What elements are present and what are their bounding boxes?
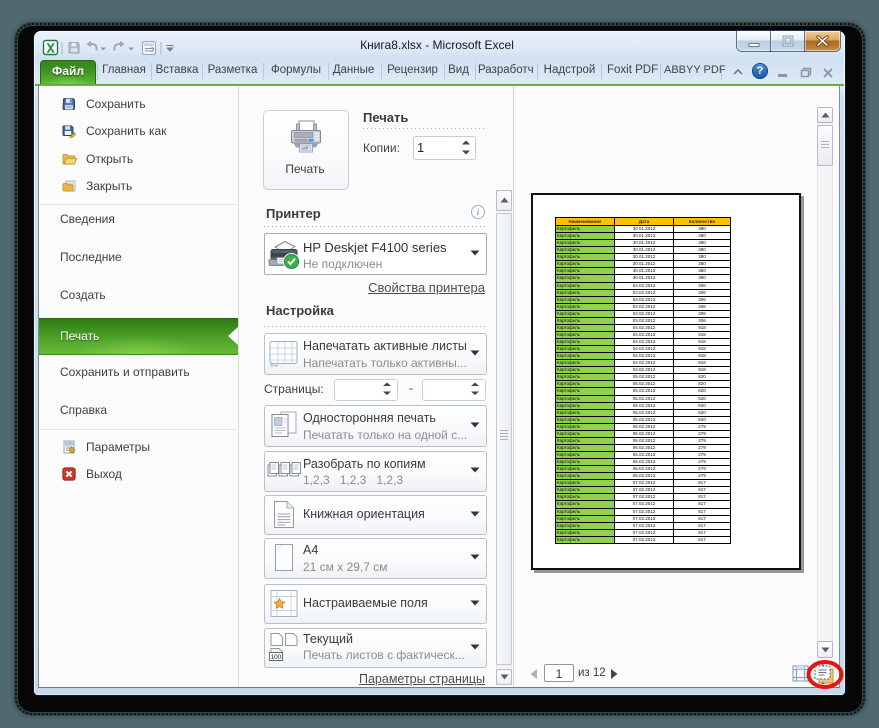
svg-text:100: 100: [271, 654, 282, 661]
